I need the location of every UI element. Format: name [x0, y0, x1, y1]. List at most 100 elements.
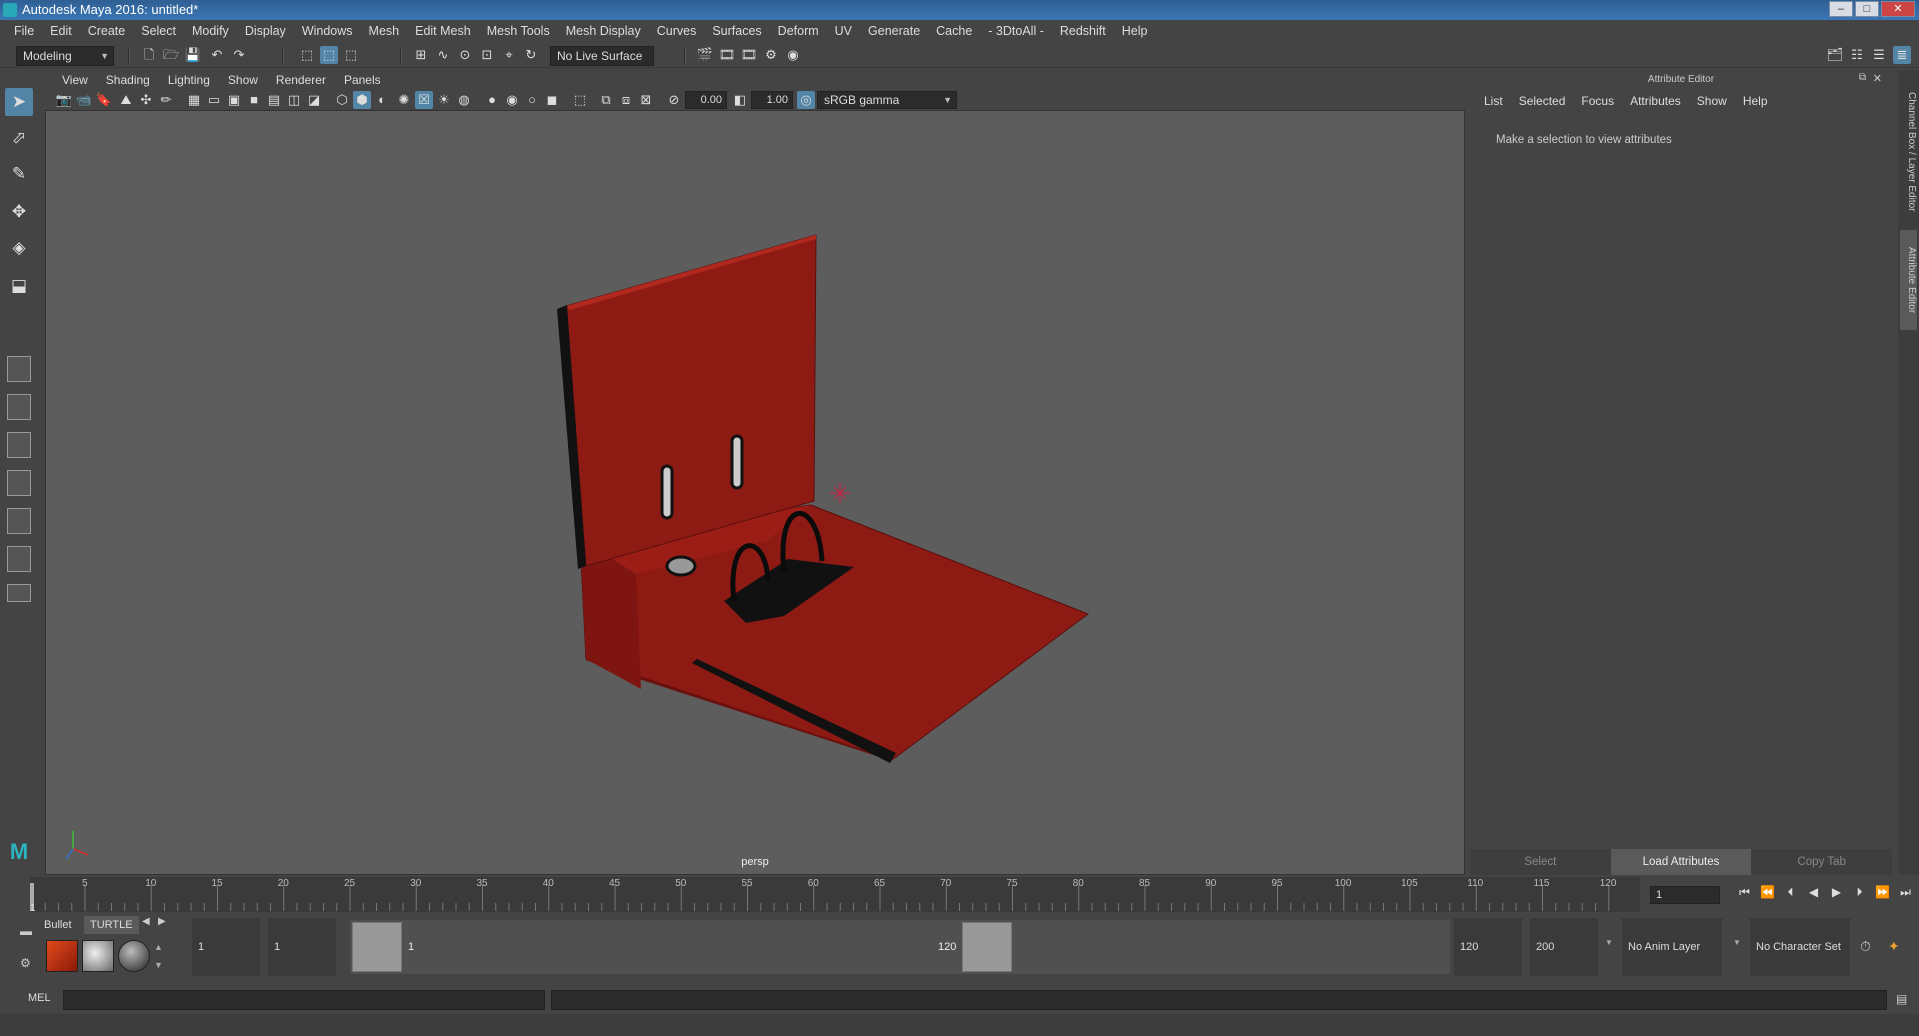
tab-attribute-editor[interactable]: Attribute Editor [1900, 230, 1917, 330]
ae-menu-selected[interactable]: Selected [1511, 94, 1574, 108]
select-button[interactable]: Select [1470, 849, 1611, 875]
turtle-bake-icon[interactable] [82, 940, 114, 972]
live-surface-field[interactable]: No Live Surface [550, 46, 654, 66]
play-backwards-icon[interactable]: ◀ [1804, 885, 1823, 900]
channel-box-toggle-icon[interactable]: ≣ [1893, 46, 1911, 64]
snap-live-icon[interactable]: ⌖ [500, 46, 518, 64]
animation-start-field[interactable]: 1 [192, 918, 260, 976]
xray-active-icon[interactable]: ⊠ [637, 91, 655, 109]
menu-windows[interactable]: Windows [294, 24, 361, 38]
menu-modify[interactable]: Modify [184, 24, 237, 38]
viewport-persp[interactable]: persp [45, 110, 1465, 875]
shelf-tab-next-icon[interactable]: ▶ [158, 916, 166, 927]
ae-menu-list[interactable]: List [1476, 94, 1511, 108]
render-settings-icon[interactable]: ⚙ [762, 46, 780, 64]
animation-preferences-icon[interactable]: ✦ [1888, 938, 1900, 955]
xray-joints-icon[interactable]: ⧉ [597, 91, 615, 109]
menu-surfaces[interactable]: Surfaces [704, 24, 769, 38]
range-slider-track[interactable]: 1 120 [350, 920, 1450, 974]
shelf-settings-gear-icon[interactable]: ⚙ [20, 956, 31, 970]
panel-menu-view[interactable]: View [53, 73, 97, 87]
close-button[interactable]: ✕ [1881, 1, 1915, 17]
two-pane-side-layout-icon[interactable] [7, 432, 31, 458]
use-all-lights-icon[interactable]: ☒ [415, 91, 433, 109]
current-frame-field[interactable]: 1 [1650, 886, 1720, 904]
open-scene-icon[interactable]: 🗁 [162, 46, 180, 64]
ipr-render-icon[interactable]: 🎞 [740, 46, 758, 64]
menu-edit[interactable]: Edit [42, 24, 80, 38]
float-panel-icon[interactable]: ⧉ [1859, 72, 1866, 83]
shelf-scroll-down-icon[interactable]: ▼ [154, 960, 163, 970]
hypershade-icon[interactable]: ◉ [784, 46, 802, 64]
ae-menu-focus[interactable]: Focus [1573, 94, 1622, 108]
shelf-scroll-up-icon[interactable]: ▲ [154, 942, 163, 952]
go-to-start-icon[interactable]: ⏮ [1735, 885, 1754, 900]
menu-cache[interactable]: Cache [928, 24, 980, 38]
gate-mask-icon[interactable]: ■ [245, 91, 263, 109]
snap-curve-icon[interactable]: ∿ [434, 46, 452, 64]
menu-3dtoall[interactable]: - 3DtoAll - [980, 24, 1052, 38]
time-slider-track[interactable]: 1 5 10 15 20 25 30 35 40 45 50 55 60 65 70 75 80 85 90 95 10… [30, 877, 1640, 912]
shadows-icon[interactable]: ☀ [435, 91, 453, 109]
menu-edit-mesh[interactable]: Edit Mesh [407, 24, 479, 38]
shelf-tab-prev-icon[interactable]: ◀ [142, 916, 150, 927]
new-scene-icon[interactable]: 🗋 [140, 46, 158, 64]
menu-redshift[interactable]: Redshift [1052, 24, 1114, 38]
turtle-render-icon[interactable] [46, 940, 78, 972]
tab-channel-box[interactable]: Channel Box / Layer Editor [1900, 82, 1917, 222]
lasso-tool-icon[interactable]: ⬀ [5, 124, 33, 152]
shelf-tab-turtle[interactable]: TURTLE [84, 916, 139, 934]
menu-mesh-tools[interactable]: Mesh Tools [479, 24, 558, 38]
scale-tool-icon[interactable]: ⬓ [5, 272, 33, 300]
play-forwards-icon[interactable]: ▶ [1827, 885, 1846, 900]
safe-action-icon[interactable]: ◫ [285, 91, 303, 109]
xray-icon[interactable]: ⬚ [571, 91, 589, 109]
panel-menu-shading[interactable]: Shading [97, 73, 159, 87]
step-back-frame-icon[interactable]: ⏴ [1781, 885, 1800, 900]
film-gate-icon[interactable]: ▭ [205, 91, 223, 109]
script-editor-icon[interactable]: ▤ [1896, 992, 1907, 1006]
hypershade-layout-icon[interactable] [7, 546, 31, 572]
menu-set-dropdown[interactable]: Modeling ▼ [16, 46, 114, 66]
ae-menu-help[interactable]: Help [1735, 94, 1776, 108]
modeling-toolkit-icon[interactable]: 🗂 [1826, 46, 1844, 64]
select-tool-icon[interactable]: ➤ [5, 88, 33, 116]
character-set-dropdown[interactable]: No Character Set [1750, 918, 1850, 976]
chevron-down-icon[interactable]: ▼ [1605, 938, 1613, 947]
depth-of-field-icon[interactable]: ○ [523, 91, 541, 109]
panel-menu-renderer[interactable]: Renderer [267, 73, 335, 87]
motion-blur-icon[interactable]: ● [483, 91, 501, 109]
outliner-persp-layout-icon[interactable] [7, 470, 31, 496]
snap-view-plane-icon[interactable]: ⊡ [478, 46, 496, 64]
snap-grid-icon[interactable]: ⊞ [412, 46, 430, 64]
camera-select-icon[interactable]: 📷 [55, 91, 73, 109]
shelf-menu-icon[interactable]: ▬ [20, 924, 32, 938]
move-tool-icon[interactable]: ✥ [5, 198, 33, 226]
go-to-end-icon[interactable]: ⏭ [1896, 885, 1915, 900]
auto-key-icon[interactable]: ⏱ [1860, 938, 1871, 955]
single-pane-layout-icon[interactable] [7, 356, 31, 382]
xray-components-icon[interactable]: ⧈ [617, 91, 635, 109]
camera-attributes-icon[interactable]: 📹 [75, 91, 93, 109]
tool-settings-icon[interactable]: ☰ [1870, 46, 1888, 64]
anim-layer-dropdown[interactable]: No Anim Layer [1622, 918, 1722, 976]
menu-file[interactable]: File [6, 24, 42, 38]
grease-pencil-icon[interactable]: ✏ [157, 91, 175, 109]
smooth-shade-icon[interactable]: ⬢ [353, 91, 371, 109]
resolution-gate-icon[interactable]: ▣ [225, 91, 243, 109]
field-chart-icon[interactable]: ▤ [265, 91, 283, 109]
snap-point-icon[interactable]: ⊙ [456, 46, 474, 64]
view-transform-dropdown[interactable]: sRGB gamma ▼ [817, 91, 957, 109]
step-forward-frame-icon[interactable]: ⏵ [1850, 885, 1869, 900]
render-view-icon[interactable]: 🎬 [696, 46, 714, 64]
menu-mesh[interactable]: Mesh [361, 24, 408, 38]
multisample-aa-icon[interactable]: ◉ [503, 91, 521, 109]
menu-curves[interactable]: Curves [649, 24, 705, 38]
isolate-select-icon[interactable]: ◼ [543, 91, 561, 109]
bookmark-icon[interactable]: 🔖 [95, 91, 113, 109]
playback-end-field[interactable]: 120 [1454, 918, 1522, 976]
menu-help[interactable]: Help [1114, 24, 1156, 38]
step-back-key-icon[interactable]: ⏪ [1758, 885, 1777, 900]
step-forward-key-icon[interactable]: ⏩ [1873, 885, 1892, 900]
four-pane-layout-icon[interactable] [7, 394, 31, 420]
